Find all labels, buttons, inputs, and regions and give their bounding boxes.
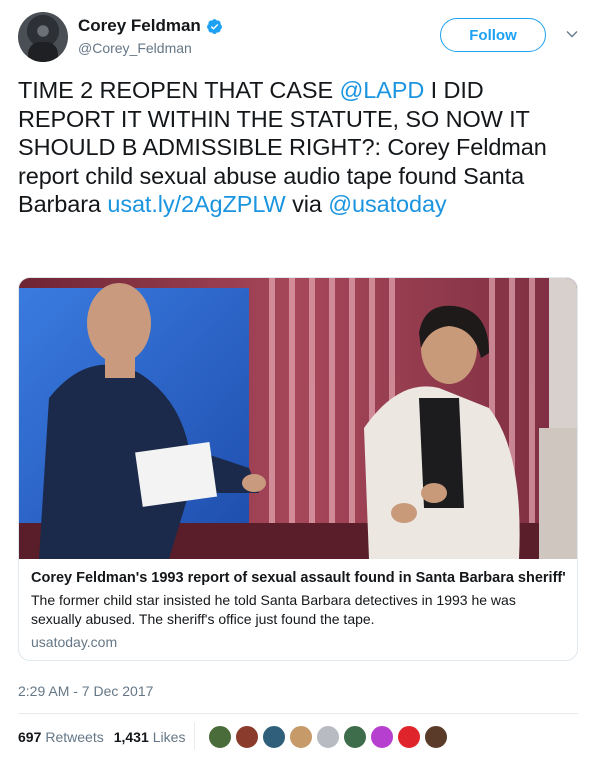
author-display-name[interactable]: Corey Feldman (78, 16, 223, 36)
author-handle[interactable]: @Corey_Feldman (78, 38, 223, 58)
likes-count[interactable]: 1,431 (114, 729, 149, 745)
mention-lapd-link[interactable]: @LAPD (339, 77, 424, 103)
liker-avatar[interactable] (316, 725, 340, 749)
liker-avatar[interactable] (397, 725, 421, 749)
tweet-header: Corey Feldman @Corey_Feldman Follow (18, 12, 578, 64)
author-name-block[interactable]: Corey Feldman @Corey_Feldman (78, 16, 223, 58)
retweets-label[interactable]: Retweets (45, 729, 103, 745)
liker-avatar[interactable] (235, 725, 259, 749)
card-image[interactable] (19, 278, 577, 559)
card-body: Corey Feldman's 1993 report of sexual as… (31, 569, 565, 651)
card-domain: usatoday.com (31, 634, 118, 650)
follow-button[interactable]: Follow (440, 18, 546, 52)
card-title[interactable]: Corey Feldman's 1993 report of sexual as… (31, 569, 565, 587)
chevron-down-icon[interactable] (566, 28, 578, 40)
liker-avatars (208, 725, 451, 749)
divider (18, 713, 578, 714)
liker-avatar[interactable] (370, 725, 394, 749)
likes-label[interactable]: Likes (153, 729, 186, 745)
tweet-timestamp[interactable]: 2:29 AM - 7 Dec 2017 (18, 682, 153, 700)
retweets-count[interactable]: 697 (18, 729, 41, 745)
stats-separator (194, 722, 195, 750)
liker-avatar[interactable] (208, 725, 232, 749)
liker-avatar[interactable] (343, 725, 367, 749)
tweet-text-part: TIME 2 REOPEN THAT CASE (18, 77, 340, 103)
tweet-text: TIME 2 REOPEN THAT CASE @LAPD I DID REPO… (18, 76, 578, 219)
liker-avatar[interactable] (289, 725, 313, 749)
verified-badge-icon (206, 18, 222, 34)
liker-avatar[interactable] (262, 725, 286, 749)
author-display-name-text[interactable]: Corey Feldman (78, 16, 201, 36)
liker-avatar[interactable] (424, 725, 448, 749)
link-preview-card[interactable]: Corey Feldman's 1993 report of sexual as… (18, 277, 578, 661)
mention-usatoday-link[interactable]: @usatoday (328, 191, 446, 217)
short-url-link[interactable]: usat.ly/2AgZPLW (107, 191, 285, 217)
tweet-stats: 697 Retweets 1,431 Likes (18, 726, 195, 748)
author-avatar[interactable] (18, 12, 68, 62)
tweet-text-part: via (285, 191, 329, 217)
card-description: The former child star insisted he told S… (31, 592, 516, 627)
